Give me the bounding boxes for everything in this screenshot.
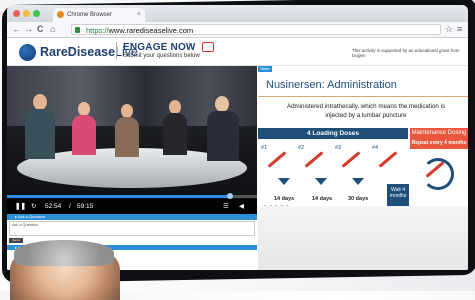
playlist-icon[interactable]: ☰ [223,201,229,212]
tab-close-icon[interactable]: × [137,8,141,22]
play-pause-icon[interactable]: ❚❚ [15,201,26,212]
reload-icon[interactable]: C [37,23,44,36]
loading-doses-header: 4 Loading Doses [258,128,408,139]
maximize-window-button[interactable] [33,10,40,17]
total-time: 59:15 [77,203,94,210]
repeat-cycle-icon [422,158,454,190]
dose-label-4: #4 [372,145,379,151]
logo-text-rare: RareDisease [40,45,116,59]
interval-3: 30 days [348,196,369,202]
arrow-down-icon [278,178,290,185]
current-time: 52:54 [45,203,62,210]
slide-footer-area [258,206,468,270]
chat-bubble-icon [201,42,214,52]
address-bar[interactable]: https://www.rarediseaselive.com [71,24,441,35]
lock-icon [75,27,80,33]
volume-icon[interactable]: ◀ [239,201,244,212]
maintenance-title: Maintenance Dosing [411,130,467,136]
menu-icon[interactable]: ≡ [457,23,462,36]
syringe-icon [304,151,324,168]
arrow-down-icon [352,178,364,185]
dose-label-3: #3 [335,145,342,151]
back-icon[interactable]: ← [12,23,21,36]
video-player[interactable]: ❚❚ ↻ 52:54 / 59:15 ☰ ◀ [7,66,257,214]
syringe-icon [341,151,361,168]
close-window-button[interactable] [13,10,20,17]
interval-1: 14 days [274,196,295,202]
interval-2: 14 days [312,196,333,202]
replay-icon[interactable]: ↻ [31,201,36,212]
slide-description: Administered intrathecally, which means … [286,103,446,119]
time-separator: / [69,203,71,210]
url-host: www.rarediseaselive.com [108,26,194,35]
wait-box: Wait 4 months [387,184,409,208]
slide-title: Nusinersen: Administration [266,79,397,91]
tab-bar: Chrome Browser × [7,5,468,22]
engage-title: ENGAGE NOW [123,42,196,53]
question-input[interactable]: Ask a Question [9,221,255,236]
navigation-bar: ← → C ⌂ https://www.rarediseaselive.com … [7,22,468,38]
syringe-icon [378,151,398,168]
title-divider [258,96,468,97]
viewer-hair [14,240,114,266]
send-question-button[interactable]: Send [9,238,23,243]
support-statement: This activity is supported by an educati… [352,48,460,58]
browser-window: Chrome Browser × ← → C ⌂ https://www.rar… [7,5,468,270]
video-progress-fill [7,195,230,198]
ask-question-header[interactable]: ▸ Ask a Question [7,214,257,220]
browser-tab[interactable]: Chrome Browser × [53,8,145,22]
chrome-icon [57,11,64,18]
webpage: RareDisease Live ENGAGE NOW Submit your … [7,38,468,270]
tab-title: Chrome Browser [67,12,113,18]
arrow-down-icon [315,178,327,185]
syringe-icon [267,151,287,168]
engage-now-banner: ENGAGE NOW Submit your questions below [116,42,214,59]
star-icon[interactable]: ☆ [445,23,453,36]
dose-label-2: #2 [298,145,305,151]
slides-tab[interactable]: Slides [258,66,272,72]
maintenance-dosing-header: Maintenance Dosing Repeat every 4 months [410,128,468,149]
engage-subtitle: Submit your questions below [123,53,200,59]
dose-label-1: #1 [261,145,268,151]
presentation-slide: Slides Nusinersen: Administration Admini… [258,66,468,208]
maintenance-subtitle: Repeat every 4 months [411,140,467,146]
home-icon[interactable]: ⌂ [50,23,55,36]
logo-mark-icon [19,43,36,61]
url-scheme: https:// [86,26,109,35]
minimize-window-button[interactable] [23,10,30,17]
video-controls: ❚❚ ↻ 52:54 / 59:15 ☰ ◀ [7,199,257,214]
video-progress-bar[interactable] [7,193,257,199]
forward-icon[interactable]: → [24,23,33,36]
site-header: RareDisease Live ENGAGE NOW Submit your … [7,38,468,66]
